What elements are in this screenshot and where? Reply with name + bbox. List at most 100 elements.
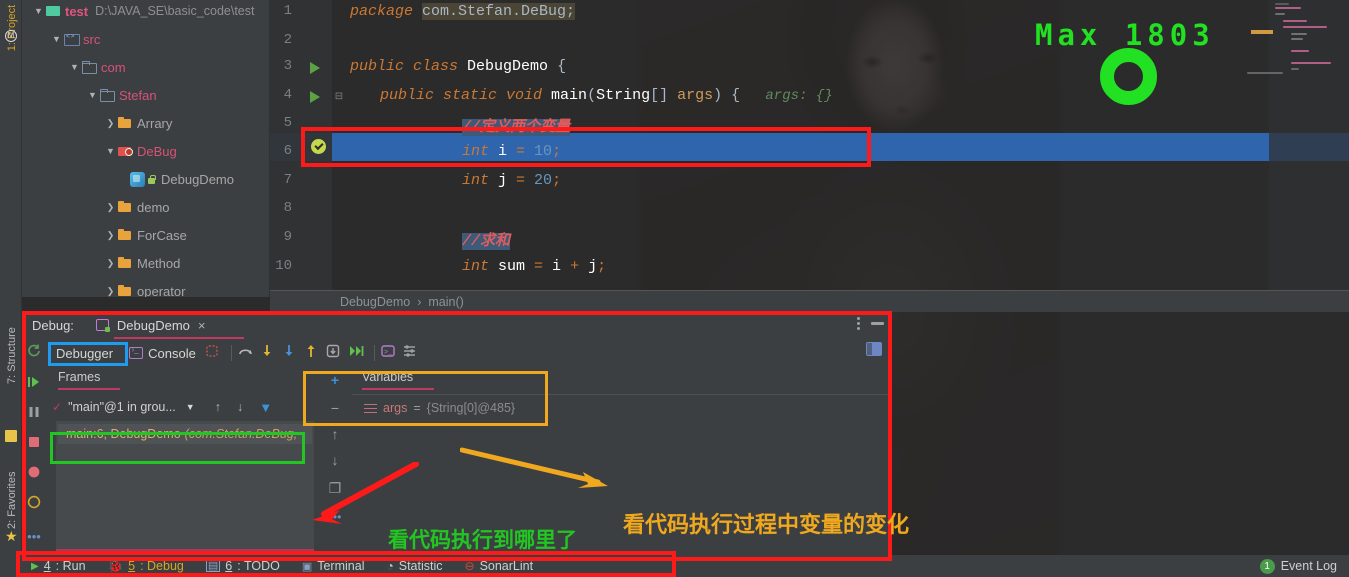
rail-item-favorites[interactable]: 2: Favorites	[6, 472, 18, 529]
rail-item-structure[interactable]: 7: Structure	[6, 327, 18, 384]
pause-program-icon[interactable]	[26, 404, 42, 420]
tree-item-com[interactable]: ▼ com	[22, 53, 269, 81]
options-kebab-icon[interactable]	[857, 315, 861, 331]
hide-window-icon[interactable]	[871, 321, 884, 325]
tab-console[interactable]: Console	[121, 341, 204, 365]
project-path: D:\JAVA_SE\basic_code\test	[95, 4, 255, 18]
tree-item-arrary[interactable]: ❯ Arrary	[22, 109, 269, 137]
folder-green-icon	[45, 4, 62, 18]
rerun-icon[interactable]	[26, 343, 48, 363]
thread-selector[interactable]: ✓ "main"@1 in grou... ▼ ↑ ↓ ▼	[52, 396, 318, 418]
frame-list-item[interactable]: main:6, DebugDemo (com.Stefan.DeBug,	[58, 424, 312, 444]
left-activity-rail[interactable]: 1: Project M 7: Structure 2: Favorites ★	[0, 0, 22, 577]
chevron-down-icon[interactable]: ▼	[104, 146, 117, 156]
chevron-right-icon[interactable]: ❯	[104, 118, 117, 129]
run-class-gutter-icon[interactable]	[310, 62, 320, 74]
mute-breakpoints-icon[interactable]	[204, 343, 226, 363]
move-up-icon[interactable]: ↑	[327, 426, 343, 442]
frames-title: Frames	[58, 370, 101, 384]
filter-icon[interactable]: ▼	[259, 400, 272, 415]
variables-title: Variables	[362, 370, 414, 384]
step-out-icon[interactable]	[303, 343, 325, 363]
step-over-icon[interactable]	[237, 343, 259, 363]
arrow-up-icon[interactable]: ↑	[215, 400, 221, 414]
folder-blue-icon	[81, 60, 98, 74]
copy-value-icon[interactable]: ❐	[327, 480, 343, 496]
tree-item-debugdemo[interactable]: DebugDemo	[22, 165, 269, 193]
project-tool-window[interactable]: ▼ test D:\JAVA_SE\basic_code\test ▼ src …	[22, 0, 270, 297]
debug-session-tab[interactable]: DebugDemo	[117, 318, 190, 333]
editor-minimap[interactable]	[1247, 0, 1349, 290]
tree-item-demo[interactable]: ❯ demo	[22, 193, 269, 221]
maven-icon[interactable]: M	[5, 30, 17, 42]
rail-item-project[interactable]: 1: Project	[6, 0, 18, 56]
frames-list[interactable]: main:6, DebugDemo (com.Stefan.DeBug,	[56, 421, 314, 549]
chevron-right-icon[interactable]: ❯	[104, 230, 117, 241]
more-options-icon[interactable]: •••	[26, 530, 42, 548]
code-line-7: int j = 20;	[462, 172, 562, 189]
tree-item-src[interactable]: ▼ src	[22, 25, 269, 53]
step-into-icon[interactable]	[259, 343, 281, 363]
debug-left-rail[interactable]: •••	[22, 368, 46, 560]
tree-item-test[interactable]: ▼ test D:\JAVA_SE\basic_code\test	[22, 0, 269, 25]
chevron-right-icon[interactable]: ❯	[104, 258, 117, 269]
code-editor[interactable]: 1 2 3 4 5 6 7 8 9 10 ⊟ package com.Stefa…	[270, 0, 1349, 290]
close-session-icon[interactable]: ×	[198, 318, 206, 333]
chevron-down-icon[interactable]: ▼	[68, 62, 81, 72]
move-down-icon[interactable]: ↓	[327, 452, 343, 468]
breadcrumb[interactable]: DebugDemo › main()	[270, 290, 1349, 312]
statusbar-event-log[interactable]: 1 Event Log	[1259, 558, 1337, 574]
chevron-right-icon[interactable]: ❯	[104, 286, 117, 297]
view-breakpoints-icon[interactable]	[26, 464, 42, 480]
tree-item-method[interactable]: ❯ Method	[22, 249, 269, 277]
star-icon[interactable]: ★	[5, 529, 18, 543]
run-to-cursor-icon[interactable]	[347, 343, 369, 363]
chevron-right-icon[interactable]: ❯	[104, 202, 117, 213]
tree-item-stefan[interactable]: ▼ Stefan	[22, 81, 269, 109]
arrow-down-icon[interactable]: ↓	[237, 400, 243, 414]
statusbar-item-sonarlint[interactable]: ⊖ SonarLint	[454, 555, 545, 577]
statusbar-item-terminal[interactable]: ▣ Terminal	[291, 555, 376, 577]
tree-item-forcase[interactable]: ❯ ForCase	[22, 221, 269, 249]
line-number: 8	[283, 200, 292, 216]
breakpoint-verified-icon[interactable]	[311, 139, 326, 154]
tab-debugger[interactable]: Debugger	[48, 341, 121, 365]
stop-icon[interactable]	[26, 434, 42, 450]
frame-package: (com.Stefan.DeBug,	[184, 427, 298, 441]
mute-breakpoints-toggle-icon[interactable]	[26, 494, 42, 510]
args-param: args	[677, 87, 714, 104]
statusbar-item-debug[interactable]: 🐞 5 : Debug	[97, 555, 195, 577]
breadcrumb-method[interactable]: main()	[428, 295, 463, 309]
chevron-down-icon[interactable]: ▼	[50, 34, 63, 44]
statusbar-item-statistic[interactable]: ◔ Statistic	[375, 555, 453, 577]
drop-frame-icon[interactable]	[325, 343, 347, 363]
breadcrumb-class[interactable]: DebugDemo	[340, 295, 410, 309]
evaluate-expression-icon[interactable]: >_	[380, 343, 402, 363]
code-line-6: int i = 10;	[462, 143, 562, 160]
resume-program-icon[interactable]	[26, 374, 42, 390]
settings-icon[interactable]	[402, 343, 424, 363]
comment-define-two-vars: //定义两个变量	[462, 119, 571, 136]
variable-row[interactable]: args = {String[0]@485}	[364, 401, 515, 415]
statusbar-item-todo[interactable]: ▤ 6 : TODO	[195, 555, 291, 577]
chevron-down-icon[interactable]: ▼	[32, 6, 45, 16]
debug-toolbar[interactable]: Debugger Console >_	[22, 340, 890, 366]
structure-icon[interactable]	[5, 430, 17, 442]
run-method-gutter-icon[interactable]	[310, 91, 320, 103]
more-icon[interactable]: •••	[327, 510, 343, 526]
remove-watch-icon[interactable]: −	[327, 400, 343, 416]
frames-pane[interactable]: Frames ✓ "main"@1 in grou... ▼ ↑ ↓ ▼ mai…	[46, 368, 318, 560]
statusbar-item-run[interactable]: ▶ 4 : Run	[20, 555, 97, 577]
chevron-down-icon[interactable]: ▼	[86, 90, 99, 100]
add-watch-icon[interactable]: +	[327, 372, 343, 388]
tree-item-debug[interactable]: ▼ DeBug	[22, 137, 269, 165]
lock-icon	[145, 173, 158, 186]
debug-window-buttons[interactable]	[857, 315, 884, 331]
code-content[interactable]: package com.Stefan.DeBug; public class D…	[332, 0, 1349, 290]
tree-item-operator[interactable]: ❯ operator	[22, 277, 269, 298]
variable-equals: =	[413, 401, 421, 415]
chevron-down-icon[interactable]: ▼	[186, 402, 195, 412]
variables-rail[interactable]: + − ↑ ↓ ❐ •••	[318, 368, 352, 560]
force-step-into-icon[interactable]	[281, 343, 303, 363]
status-bar[interactable]: ▶ 4 : Run 🐞 5 : Debug ▤ 6 : TODO ▣ Termi…	[0, 555, 1349, 577]
